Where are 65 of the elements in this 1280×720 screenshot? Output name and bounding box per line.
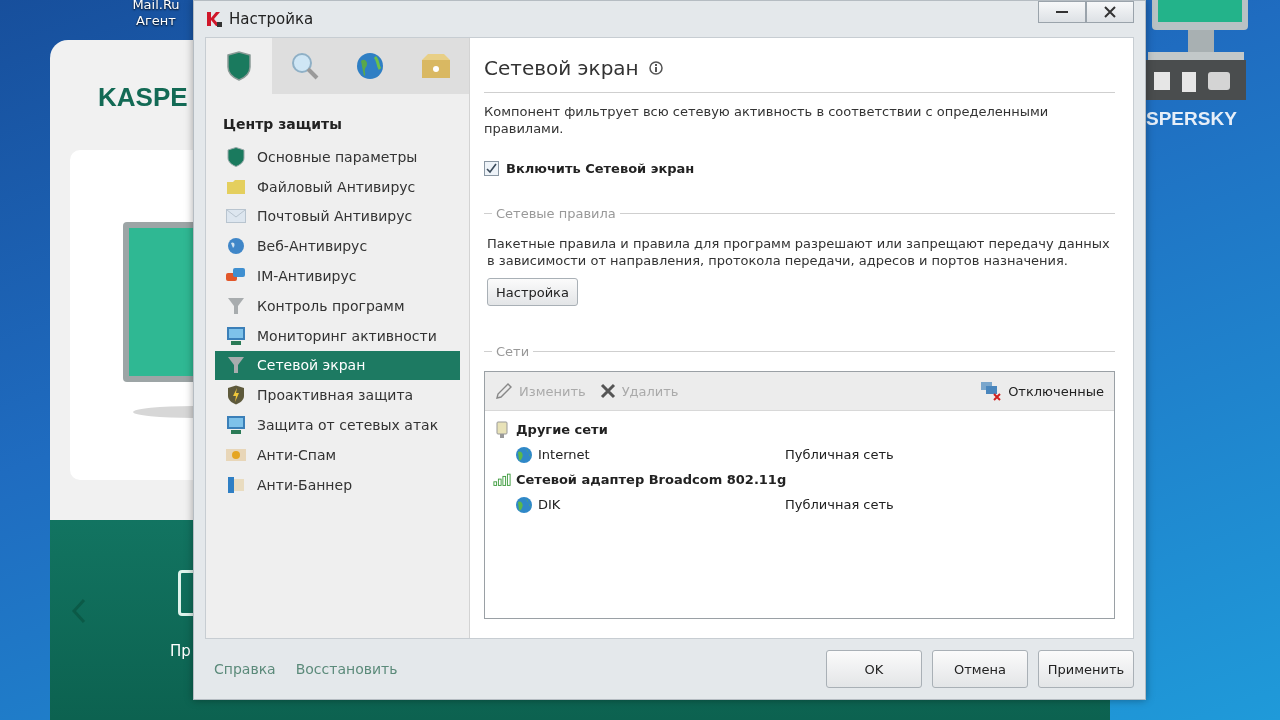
network-group[interactable]: Другие сети	[516, 422, 608, 437]
disconnected-network-icon	[980, 381, 1003, 401]
minimize-icon	[1056, 10, 1068, 14]
delete-icon	[599, 383, 616, 399]
window-title: Настройка	[229, 10, 314, 28]
shield-icon	[225, 146, 247, 167]
description-text: Компонент фильтрует всю сетевую активность в соответствии с определенными правилами.	[484, 103, 1050, 137]
sidebar-item[interactable]: Почтовый Антивирус	[215, 201, 460, 232]
dialog-button[interactable]: Отмена	[932, 650, 1028, 688]
shield-icon	[225, 51, 252, 81]
globe-icon	[355, 51, 386, 81]
desktop-icon-label[interactable]: Mail.Ru Агент	[120, 0, 192, 29]
funnel-icon	[225, 355, 247, 376]
pencil-icon	[495, 382, 513, 400]
network-type: Публичная сеть	[785, 497, 894, 512]
sidebar-item[interactable]: Файловый Антивирус	[215, 171, 460, 202]
network-name[interactable]: DIK	[538, 497, 785, 512]
sidebar-item[interactable]: Мониторинг активности	[215, 320, 460, 351]
sidebar-item[interactable]: Анти-Баннер	[215, 469, 460, 500]
toolbar-button[interactable]: Отключенные	[980, 381, 1104, 401]
globe-icon	[225, 237, 247, 256]
sidebar-item[interactable]: Анти-Спам	[215, 439, 460, 470]
caption-text: Пр	[170, 642, 191, 660]
sidebar-item[interactable]: Защита от сетевых атак	[215, 410, 460, 440]
logo-text: SPERSKY	[1146, 108, 1237, 130]
globe-icon	[515, 495, 533, 514]
network-group[interactable]: Сетевой адаптер Broadcom 802.11g	[516, 472, 787, 487]
envelope-icon	[225, 209, 247, 224]
sidebar-item[interactable]: Контроль программ	[215, 291, 460, 321]
dialog-button[interactable]: Применить	[1038, 650, 1134, 688]
search-icon	[289, 51, 320, 81]
tab[interactable]	[206, 38, 272, 94]
sidebar-item[interactable]: Основные параметры	[215, 142, 460, 172]
plug-icon	[493, 420, 511, 439]
info-icon[interactable]	[648, 61, 663, 75]
close-button[interactable]	[1086, 1, 1134, 23]
app-icon	[205, 10, 223, 28]
network-type: Публичная сеть	[785, 447, 894, 462]
description-text: Пакетные правила и правила для программ разрешают или запрещают передачу данных в зависимости от направления, протокола передачи, адресов и портов назначения.	[486, 235, 1111, 269]
sidebar-item[interactable]: Сетевой экран	[215, 350, 460, 381]
logo-text: KASPE	[98, 82, 188, 113]
network-name[interactable]: Internet	[538, 447, 785, 462]
folder-icon	[225, 178, 247, 195]
sidebar-item[interactable]: Проактивная защита	[215, 380, 460, 411]
group-legend: Сети	[496, 344, 530, 359]
shield-icon	[225, 385, 247, 406]
checkbox-label[interactable]: Включить Сетевой экран	[506, 161, 695, 176]
checkbox[interactable]	[484, 161, 499, 176]
warning-icon	[225, 447, 247, 462]
banner-icon	[225, 474, 247, 495]
dialog-button[interactable]: OK	[826, 650, 922, 688]
monitor-icon	[225, 325, 247, 346]
panel-title: Сетевой экран	[484, 56, 639, 80]
signal-icon	[493, 472, 511, 487]
sidebar-heading: Центр защиты	[223, 116, 343, 132]
funnel-icon	[225, 295, 247, 316]
close-icon	[1104, 6, 1116, 18]
minimize-button[interactable]	[1038, 1, 1086, 23]
settings-button[interactable]: Настройка	[487, 278, 578, 306]
sidebar-item[interactable]: Веб-Антивирус	[215, 231, 460, 262]
monitor-icon	[225, 415, 247, 436]
globe-icon	[515, 445, 533, 464]
box-icon	[420, 52, 453, 80]
group-legend: Сетевые правила	[496, 206, 616, 221]
sidebar-item[interactable]: IM-Антивирус	[215, 261, 460, 291]
